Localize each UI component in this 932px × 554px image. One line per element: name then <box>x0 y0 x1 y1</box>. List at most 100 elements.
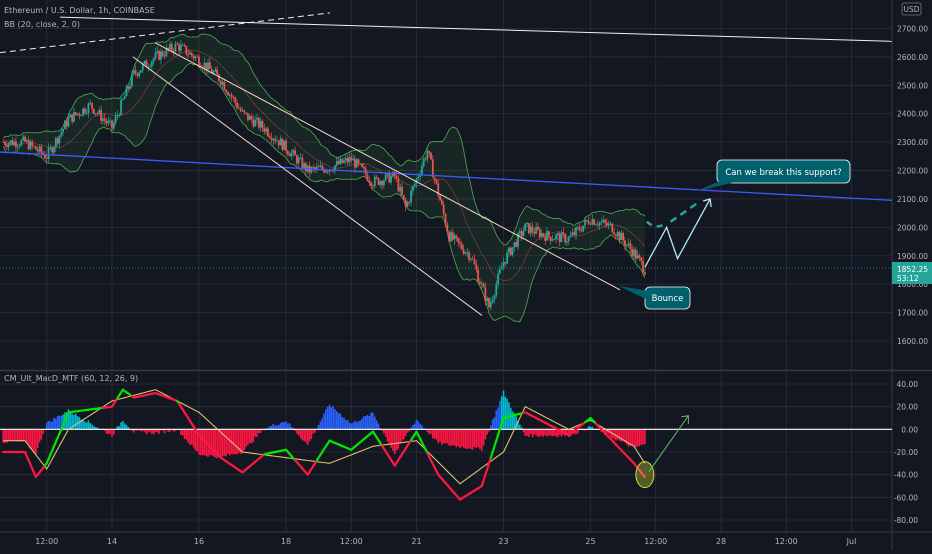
macd-histogram-bar <box>302 429 304 440</box>
candle-body <box>599 222 601 225</box>
macd-histogram-bar <box>108 429 110 434</box>
candle-body <box>446 225 448 232</box>
macd-histogram-bar <box>416 420 418 430</box>
candle-body <box>457 238 459 242</box>
macd-histogram-bar <box>340 414 342 430</box>
chart-canvas[interactable]: 1600.001700.001800.001900.002000.002100.… <box>0 0 932 550</box>
macd-tick-label: -60.00 <box>894 493 918 502</box>
candle-body <box>537 227 539 230</box>
macd-histogram-bar <box>26 429 28 443</box>
macd-histogram-bar <box>541 429 543 435</box>
macd-histogram-bar <box>218 429 220 456</box>
macd-histogram-bar <box>430 429 432 434</box>
macd-histogram-bar <box>389 429 391 444</box>
macd-histogram-bar <box>39 429 41 442</box>
candle-body <box>267 129 269 136</box>
candle-body <box>628 243 630 244</box>
macd-histogram-bar <box>258 429 260 433</box>
macd-tick-label: -80.00 <box>894 516 918 525</box>
macd-histogram-bar <box>245 429 247 447</box>
macd-histogram-bar <box>59 416 61 430</box>
macd-histogram-bar <box>283 422 285 429</box>
macd-histogram-bar <box>106 429 108 433</box>
macd-histogram-bar <box>479 429 481 449</box>
candle-body <box>68 118 70 127</box>
candle-body <box>84 109 86 114</box>
price-tick-label: 2400.00 <box>897 110 928 119</box>
macd-histogram-bar <box>331 407 333 429</box>
candle-body <box>30 141 32 149</box>
price-tick-label: 1700.00 <box>897 309 928 318</box>
candle-body <box>339 159 341 164</box>
candle-body <box>354 159 356 168</box>
candle-body <box>465 253 467 254</box>
candle-body <box>39 146 41 151</box>
candle-body <box>523 231 525 236</box>
candle-body <box>399 187 401 191</box>
macd-histogram-bar <box>477 429 479 447</box>
candle-body <box>156 51 158 53</box>
candle-body <box>546 231 548 240</box>
macd-histogram-bar <box>280 423 282 429</box>
macd-histogram-bar <box>247 429 249 444</box>
macd-histogram-bar <box>8 429 10 440</box>
candle-body <box>209 62 211 68</box>
candle-body <box>506 253 508 264</box>
candle-body <box>472 259 474 260</box>
time-tick-label: 12:00 <box>775 537 798 546</box>
macd-histogram-bar <box>276 425 278 429</box>
macd-histogram-bar <box>631 429 633 445</box>
macd-histogram-bar <box>401 429 403 440</box>
macd-histogram-bar <box>437 429 439 443</box>
candle-body <box>408 202 410 203</box>
macd-histogram-bar <box>158 429 160 433</box>
candle-body <box>164 56 166 57</box>
candle-body <box>93 109 95 114</box>
candle-body <box>62 129 64 132</box>
candle-body <box>187 54 189 55</box>
macd-histogram-bar <box>642 429 644 444</box>
macd-histogram-bar <box>490 425 492 429</box>
candle-body <box>521 231 523 236</box>
macd-tick-label: -20.00 <box>894 448 918 457</box>
candle-body <box>59 135 61 143</box>
macd-histogram-bar <box>392 429 394 450</box>
macd-histogram-bar <box>28 429 30 444</box>
macd-histogram-bar <box>327 407 329 430</box>
macd-histogram-bar <box>361 419 363 430</box>
macd-histogram-bar <box>311 429 313 439</box>
candle-body <box>533 232 535 234</box>
macd-histogram-bar <box>318 425 320 429</box>
candle-body <box>231 95 233 97</box>
candle-body <box>216 70 218 75</box>
macd-histogram-bar <box>122 421 124 429</box>
candle-body <box>51 147 53 152</box>
candle-body <box>544 236 546 241</box>
candle-body <box>475 264 477 269</box>
candle-body <box>633 250 635 257</box>
macd-histogram-bar <box>202 429 204 455</box>
macd-histogram-bar <box>164 429 166 433</box>
candle-body <box>78 114 80 116</box>
macd-histogram-bar <box>550 429 552 435</box>
macd-histogram-bar <box>82 420 84 429</box>
macd-histogram-bar <box>470 429 472 449</box>
candle-body <box>343 160 345 162</box>
price-tick-label: 2500.00 <box>897 81 928 90</box>
time-tick-label: 12:00 <box>35 537 58 546</box>
candle-body <box>191 53 193 56</box>
price-tick-label: 2300.00 <box>897 138 928 147</box>
candle-body <box>13 141 15 145</box>
macd-histogram-bar <box>282 422 284 429</box>
candle-body <box>421 166 423 174</box>
candle-body <box>111 120 113 128</box>
macd-histogram-bar <box>474 429 476 447</box>
macd-histogram-bar <box>91 425 93 430</box>
candle-body <box>361 164 363 167</box>
candle-body <box>77 114 79 115</box>
macd-histogram-bar <box>387 429 389 441</box>
macd-histogram-bar <box>305 429 307 442</box>
candle-body <box>173 50 175 51</box>
macd-histogram-bar <box>374 417 376 430</box>
candle-body <box>570 235 572 237</box>
